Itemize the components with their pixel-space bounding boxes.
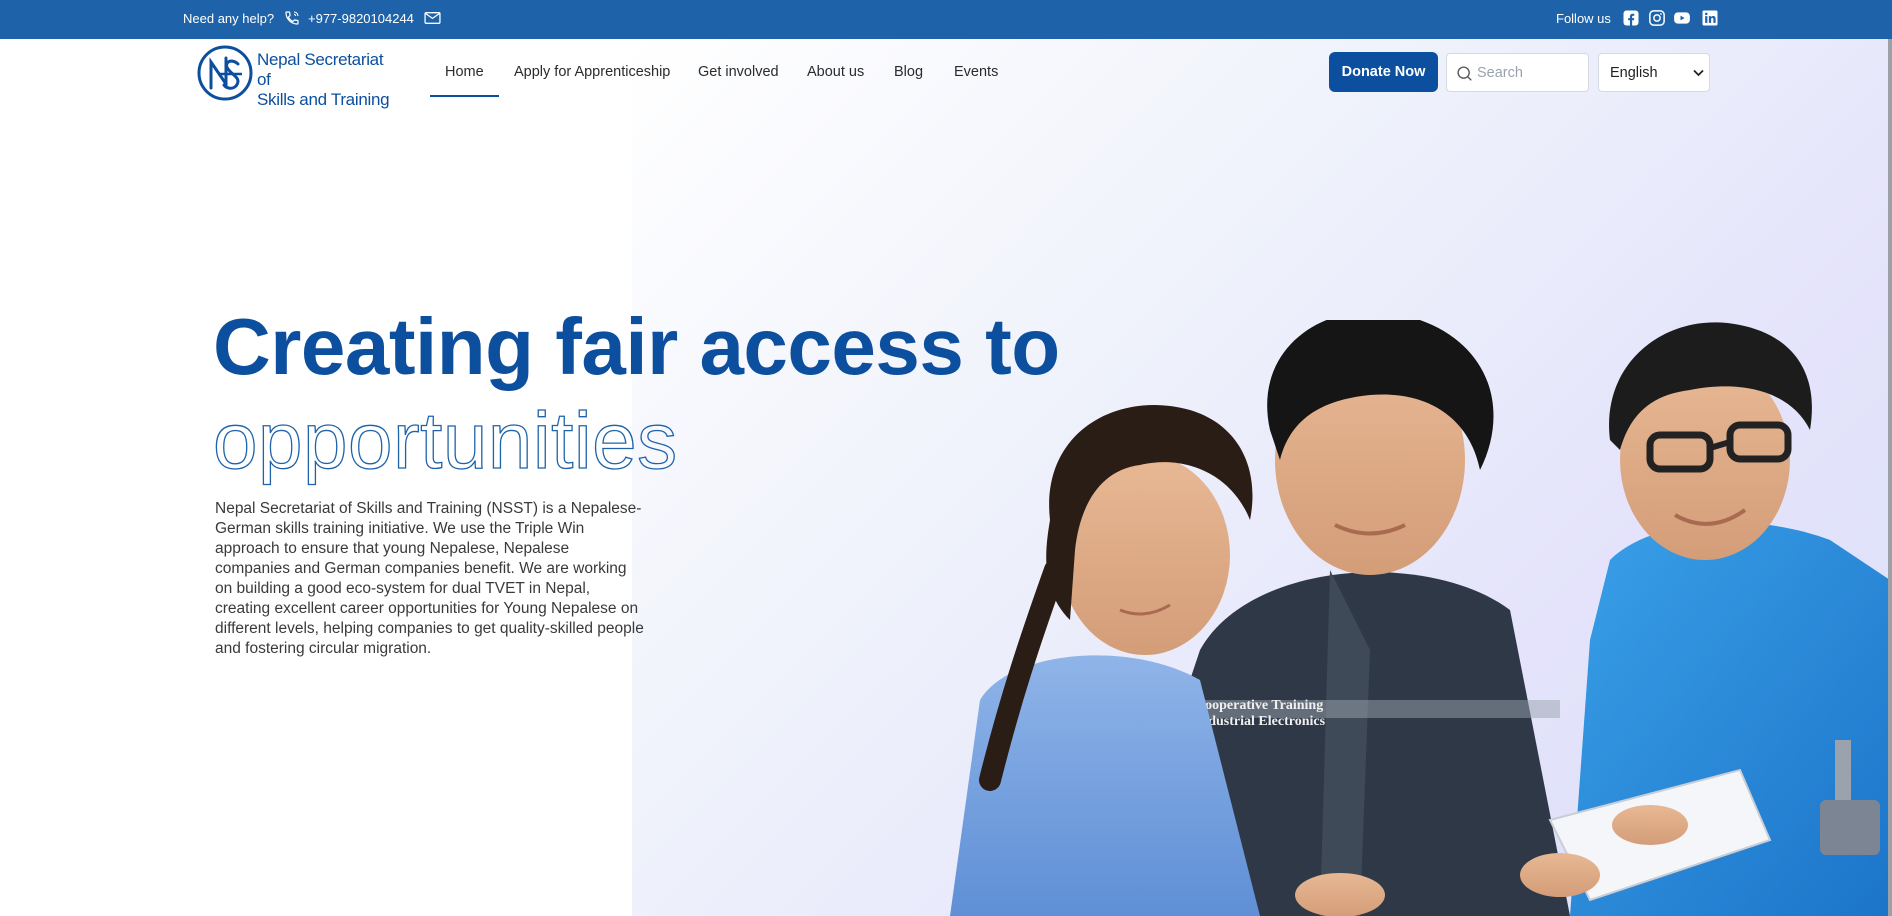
language-selected: English — [1610, 65, 1658, 81]
language-select[interactable]: English — [1598, 53, 1710, 92]
search-icon — [1457, 66, 1472, 81]
donate-button[interactable]: Donate Now — [1329, 52, 1438, 92]
search-box[interactable] — [1446, 53, 1589, 92]
nav-blog[interactable]: Blog — [894, 64, 923, 80]
facebook-icon[interactable] — [1622, 9, 1640, 27]
hero-headline-outline: opportunities — [212, 395, 678, 485]
nav-about-us[interactable]: About us — [807, 64, 864, 80]
brand-name: Nepal Secretariat of Skills and Training — [257, 50, 397, 110]
page: Need any help? +977-9820104244 Follow us — [0, 0, 1892, 916]
scrollbar-edge[interactable] — [1888, 39, 1892, 916]
search-input[interactable] — [1477, 62, 1582, 84]
mail-icon[interactable] — [424, 11, 441, 25]
jacket-print-line1: Cooperative Training — [1195, 698, 1323, 713]
instagram-icon[interactable] — [1648, 9, 1666, 27]
phone-icon[interactable] — [284, 10, 300, 26]
nsst-logo-icon — [197, 45, 253, 101]
jacket-print-line2: Industrial Electronics — [1195, 714, 1326, 729]
top-bar: Need any help? +977-9820104244 Follow us — [0, 0, 1892, 39]
linkedin-icon[interactable] — [1701, 9, 1719, 27]
brand-name-line1: Nepal Secretariat of — [257, 50, 384, 89]
hero-description: Nepal Secretariat of Skills and Training… — [215, 500, 644, 657]
brand-logo[interactable]: Nepal Secretariat of Skills and Training — [196, 44, 396, 109]
nav-apply-apprenticeship[interactable]: Apply for Apprenticeship — [514, 64, 670, 80]
nav-events[interactable]: Events — [954, 64, 998, 80]
youtube-icon[interactable] — [1673, 9, 1691, 27]
phone-number[interactable]: +977-9820104244 — [308, 11, 414, 26]
help-text: Need any help? — [183, 11, 275, 26]
nav-active-indicator — [430, 95, 499, 97]
follow-us-text: Follow us — [1556, 11, 1611, 26]
hero-headline: Creating fair access to — [213, 302, 1060, 391]
nav-get-involved[interactable]: Get involved — [698, 64, 779, 80]
brand-name-line2: Skills and Training — [257, 90, 390, 109]
chevron-down-icon — [1693, 69, 1704, 77]
nav-home[interactable]: Home — [445, 64, 484, 80]
